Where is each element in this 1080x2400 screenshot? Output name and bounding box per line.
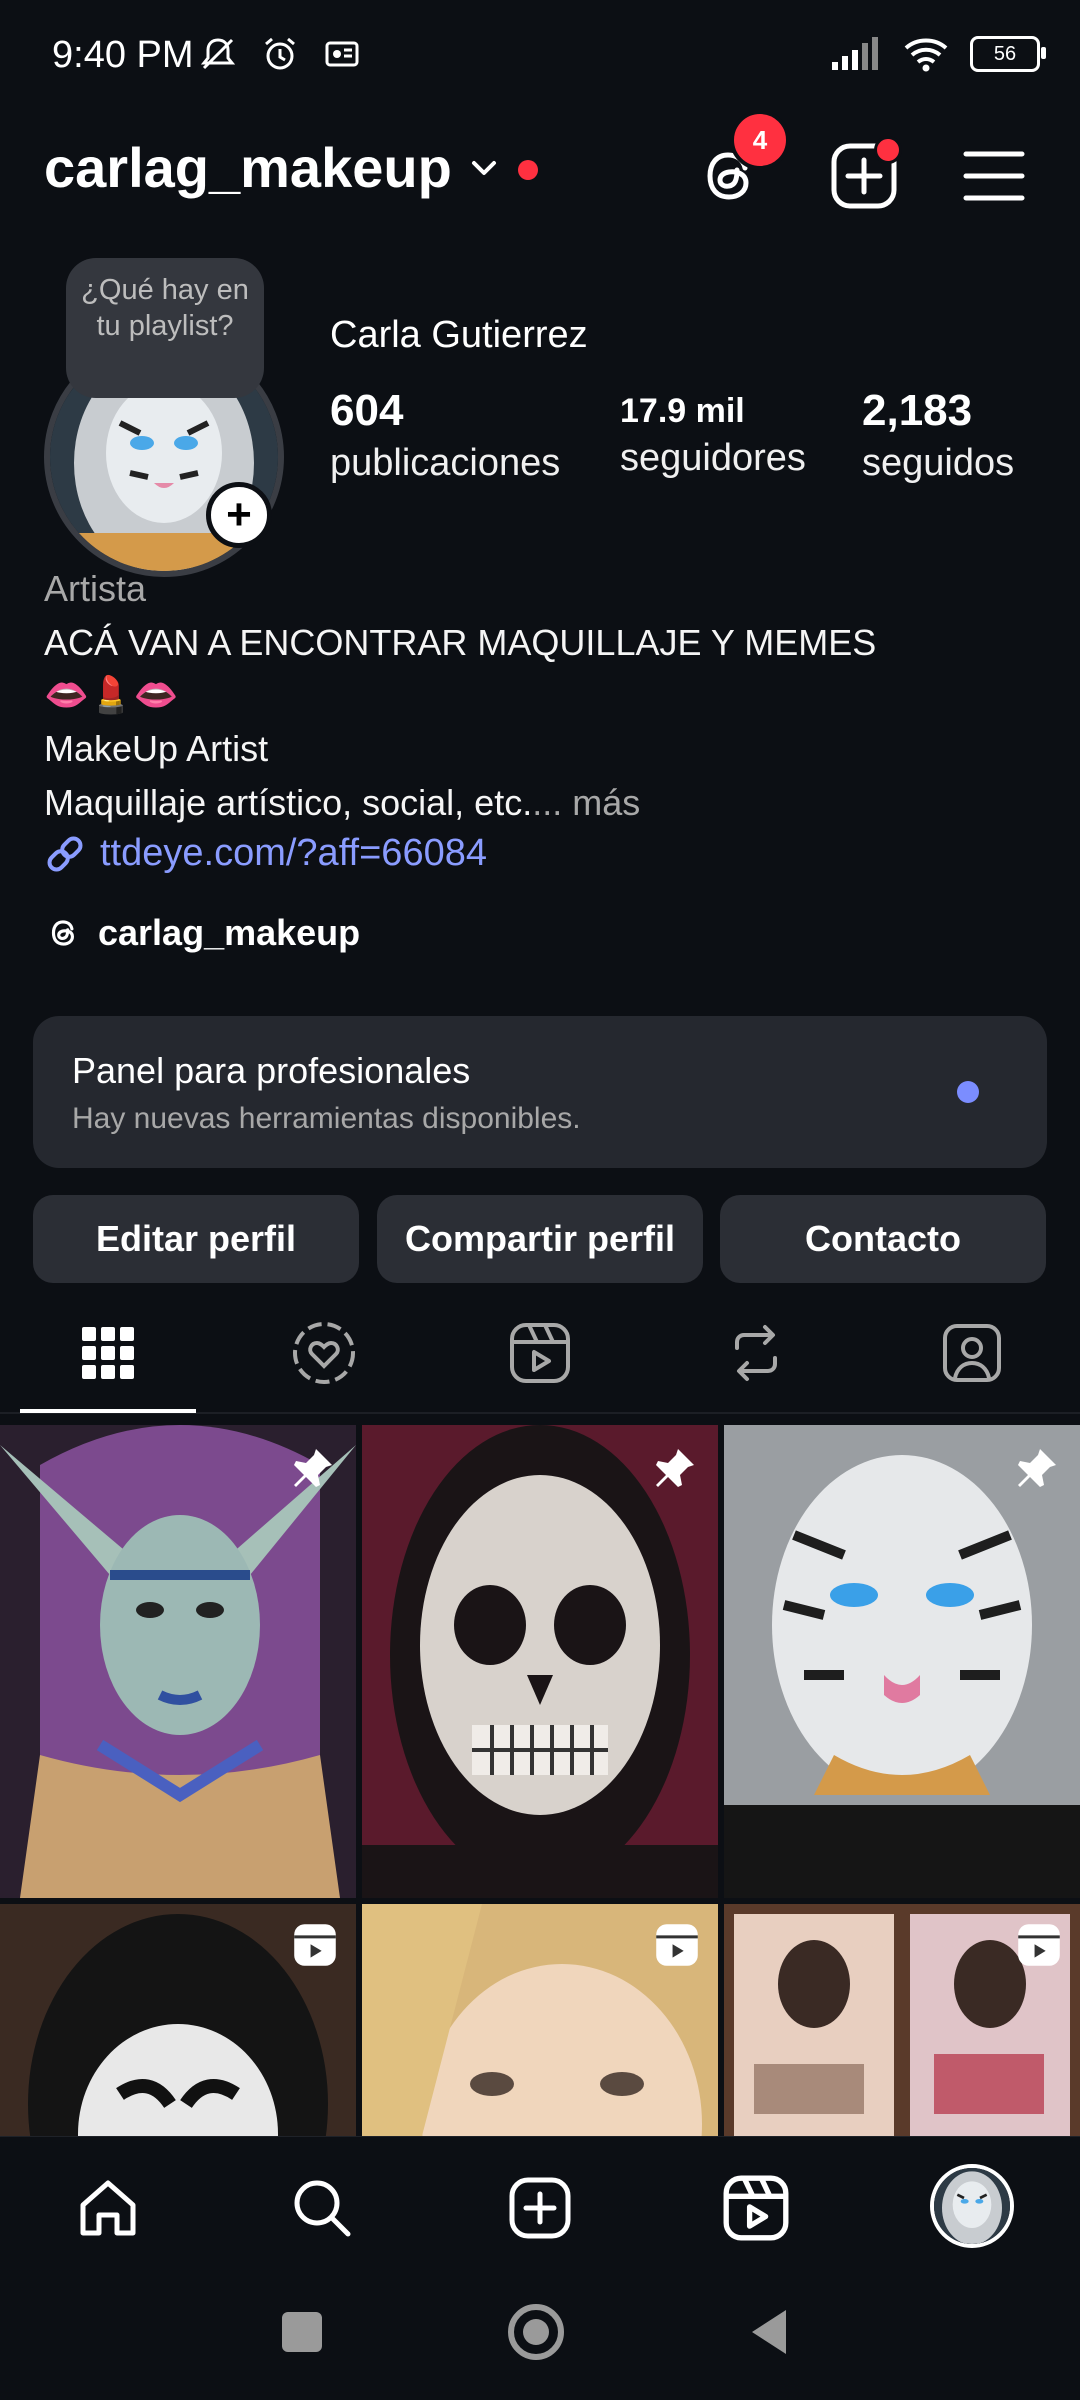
stat-following-label: seguidos xyxy=(862,442,1015,484)
grid-reel-dark-mask[interactable] xyxy=(0,1904,356,2136)
back-button[interactable] xyxy=(748,2308,790,2356)
active-tab-indicator xyxy=(20,1409,196,1413)
contact-button[interactable]: Contacto xyxy=(720,1195,1046,1283)
threads-badge: 4 xyxy=(730,110,790,170)
grid-post-tiger-makeup[interactable] xyxy=(724,1425,1080,1898)
skull-makeup-image xyxy=(362,1425,718,1898)
alarm-icon xyxy=(265,37,295,70)
threads-icon xyxy=(51,920,75,946)
tiger-makeup-image xyxy=(724,1425,1080,1898)
edit-profile-button[interactable]: Editar perfil xyxy=(33,1195,359,1283)
professional-dashboard-card[interactable] xyxy=(33,1016,1047,1168)
note-bubble[interactable]: ¿Qué hay en tu playlist? xyxy=(66,258,264,398)
stat-posts[interactable]: 604 publicaciones xyxy=(330,386,560,485)
tab-reels[interactable] xyxy=(432,1305,648,1401)
profile-avatar xyxy=(934,2168,1010,2244)
search-icon xyxy=(294,2180,351,2237)
reels-icon xyxy=(723,2175,789,2241)
nav-create[interactable] xyxy=(500,2168,580,2248)
link-icon xyxy=(47,836,83,871)
pinned-icon xyxy=(656,1449,694,1487)
new-post-notification-dot xyxy=(874,136,902,164)
reel-indicator-icon xyxy=(294,1924,336,1966)
signal-icon xyxy=(832,37,878,70)
profile-username-switcher[interactable]: carlag_makeup xyxy=(44,135,452,200)
tab-collab[interactable] xyxy=(216,1305,432,1401)
nav-home[interactable] xyxy=(68,2168,148,2248)
grid-icon xyxy=(82,1327,134,1379)
reels-icon xyxy=(510,1323,570,1383)
reel-indicator-icon xyxy=(656,1924,698,1966)
stat-following-value: 2,183 xyxy=(862,386,973,435)
grid-post-elf-makeup[interactable] xyxy=(0,1425,356,1898)
grid-post-skull-makeup[interactable] xyxy=(362,1425,718,1898)
wifi-icon xyxy=(904,38,948,72)
panel-title: Panel para profesionales xyxy=(72,1050,471,1091)
stat-posts-label: publicaciones xyxy=(330,442,561,484)
panel-new-indicator-dot xyxy=(957,1081,979,1103)
recent-apps-button[interactable] xyxy=(282,2312,322,2352)
home-button-dot xyxy=(523,2319,549,2345)
status-icons-right: 56 xyxy=(830,34,1046,74)
bio-more-link[interactable]: ... más xyxy=(532,782,640,823)
stat-following[interactable]: 2,183 seguidos xyxy=(862,386,1014,485)
cast-icon xyxy=(325,41,359,67)
home-button[interactable] xyxy=(508,2304,564,2360)
bio-line-text: Maquillaje artístico, social, etc. xyxy=(44,782,533,823)
battery-icon: 56 xyxy=(970,36,1046,72)
bio-emoji-line: 👄💄👄 xyxy=(44,675,179,716)
stat-followers[interactable]: 17.9 mil seguidores xyxy=(620,392,806,480)
reel-indicator-icon xyxy=(1018,1924,1060,1966)
profile-category: Artista xyxy=(44,568,147,609)
stat-posts-value: 604 xyxy=(330,386,404,435)
bio-line: ACÁ VAN A ENCONTRAR MAQUILLAJE Y MEMES xyxy=(44,622,877,663)
threads-profile-link[interactable]: carlag_makeup xyxy=(44,912,360,954)
tab-reposts[interactable] xyxy=(648,1305,864,1401)
stat-followers-label: seguidores xyxy=(620,437,806,479)
share-profile-button[interactable]: Compartir perfil xyxy=(377,1195,703,1283)
bio-line-truncated: Maquillaje artístico, social, etc.... má… xyxy=(44,782,640,824)
stat-followers-value: 17.9 mil xyxy=(620,392,745,430)
menu-button[interactable] xyxy=(956,138,1032,214)
add-story-plus-icon[interactable]: + xyxy=(206,482,272,548)
tab-grid[interactable] xyxy=(0,1305,216,1401)
tab-tagged[interactable] xyxy=(864,1305,1080,1401)
panel-subtitle: Hay nuevas herramientas disponibles. xyxy=(72,1102,581,1135)
nav-profile[interactable] xyxy=(930,2164,1014,2248)
collab-icon xyxy=(293,1322,355,1384)
grid-reel-blonde-portrait[interactable] xyxy=(362,1904,718,2136)
bio-external-link[interactable]: ttdeye.com/?aff=66084 xyxy=(44,832,487,875)
tagged-icon xyxy=(943,1324,1001,1382)
status-icons-left xyxy=(198,34,362,74)
bio-line: MakeUp Artist xyxy=(44,728,269,769)
pinned-icon xyxy=(294,1449,332,1487)
mute-icon xyxy=(200,38,236,70)
pinned-icon xyxy=(1018,1449,1056,1487)
nav-reels[interactable] xyxy=(716,2168,796,2248)
menu-icon xyxy=(963,151,1025,201)
create-icon xyxy=(509,2177,571,2239)
username-notification-dot xyxy=(518,160,538,180)
chevron-down-icon[interactable] xyxy=(466,150,502,186)
bio-link-text: ttdeye.com/?aff=66084 xyxy=(100,832,487,874)
threads-handle-text: carlag_makeup xyxy=(98,912,361,953)
elf-makeup-image xyxy=(0,1425,356,1898)
home-icon xyxy=(80,2180,136,2236)
nav-search[interactable] xyxy=(282,2168,362,2248)
grid-reel-product-display[interactable] xyxy=(724,1904,1080,2136)
reposts-icon xyxy=(735,1325,777,1381)
profile-full-name: Carla Gutierrez xyxy=(330,314,588,356)
status-time: 9:40 PM xyxy=(52,34,194,76)
